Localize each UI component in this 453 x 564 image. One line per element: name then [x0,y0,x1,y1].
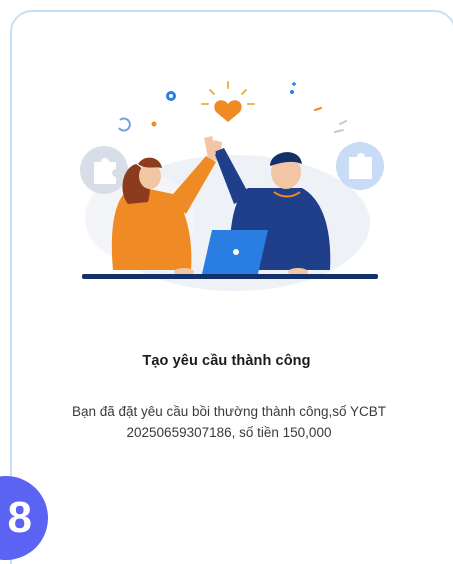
puzzle-bubble-left-icon [80,146,128,194]
success-title: Tạo yêu cầu thành công [142,353,311,369]
success-message: Bạn đã đặt yêu cầu bồi thường thành công… [24,401,434,443]
laptop-icon [202,230,268,274]
success-message-line-1: Bạn đã đặt yêu cầu bồi thường thành công… [71,404,387,419]
high-five-success-illustration [80,81,384,291]
success-message-line-2: 20250659307186, số tiền 150,000 [126,425,332,440]
screen: Tạo yêu cầu thành công Bạn đã đặt yêu cầ… [0,0,453,564]
desk-line [82,274,378,279]
heart-icon [201,81,255,122]
puzzle-bubble-right-icon [336,142,384,190]
